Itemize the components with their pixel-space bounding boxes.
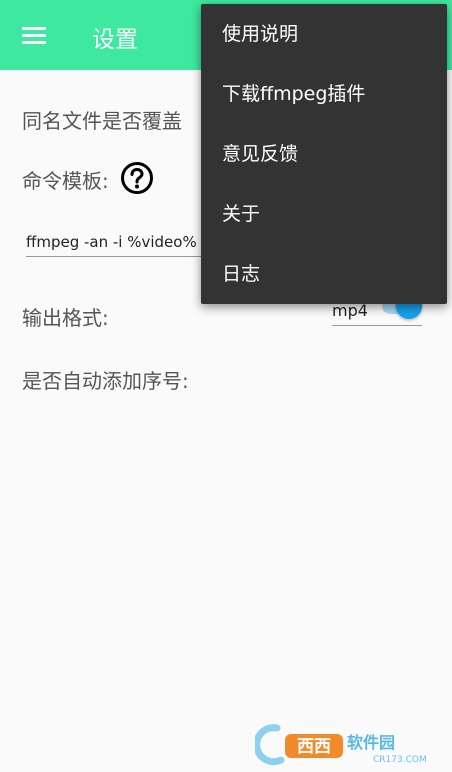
menu-item-about[interactable]: 关于 <box>201 184 447 244</box>
watermark-logo: 西西 软件园 CR173.COM <box>253 722 435 766</box>
menu-item-download-ffmpeg[interactable]: 下载ffmpeg插件 <box>201 64 447 124</box>
output-format-label: 输出格式: <box>22 306 109 330</box>
menu-item-instructions[interactable]: 使用说明 <box>201 4 447 64</box>
help-icon[interactable] <box>120 161 154 195</box>
menu-item-log[interactable]: 日志 <box>201 244 447 304</box>
svg-text:西西: 西西 <box>297 737 331 757</box>
overflow-menu: 使用说明 下载ffmpeg插件 意见反馈 关于 日志 <box>201 4 447 304</box>
menu-item-feedback[interactable]: 意见反馈 <box>201 124 447 184</box>
auto-number-label: 是否自动添加序号: <box>22 369 189 393</box>
svg-text:CR173.COM: CR173.COM <box>373 755 427 765</box>
template-label: 命令模板: <box>22 169 109 193</box>
menu-icon[interactable] <box>22 25 48 45</box>
page-title: 设置 <box>92 27 138 53</box>
svg-text:软件园: 软件园 <box>347 733 395 752</box>
overwrite-label: 同名文件是否覆盖 <box>22 109 182 133</box>
